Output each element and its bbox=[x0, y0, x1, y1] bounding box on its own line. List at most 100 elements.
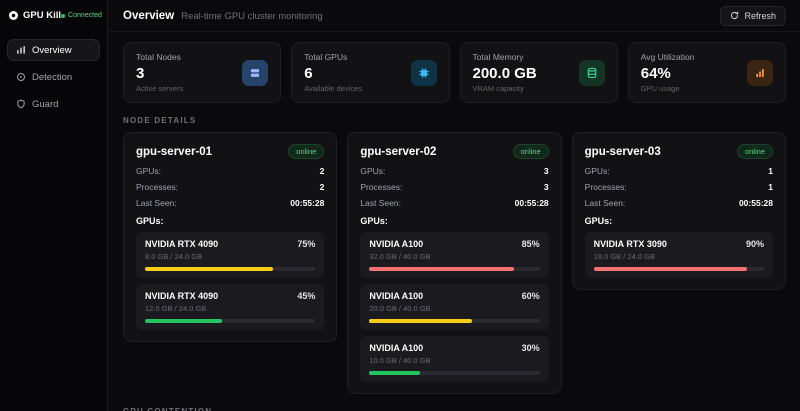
node-name: gpu-server-03 bbox=[585, 146, 661, 158]
radar-icon bbox=[16, 72, 26, 82]
info-label: Processes: bbox=[360, 182, 402, 192]
info-value: 2 bbox=[320, 166, 325, 176]
utilization-bar-fill bbox=[369, 371, 420, 375]
node-info-row: GPUs: 1 bbox=[585, 166, 773, 176]
utilization-bar-fill bbox=[594, 267, 747, 271]
gpu-name: NVIDIA A100 bbox=[369, 291, 423, 301]
gpu-utilization: 30% bbox=[522, 343, 540, 353]
gpu-row: NVIDIA RTX 3090 90% 18.0 GB / 24.0 GB bbox=[585, 232, 773, 278]
info-value: 00:55:28 bbox=[739, 198, 773, 208]
info-value: 1 bbox=[768, 182, 773, 192]
utilization-bar bbox=[369, 371, 539, 375]
node-card-gpu-server-01: gpu-server-01 online GPUs: 2 Processes: … bbox=[123, 132, 337, 342]
stat-text: Total GPUs 6 Available devices bbox=[304, 52, 362, 93]
stat-card-total-nodes: Total Nodes 3 Active servers bbox=[123, 42, 281, 103]
gpu-name: NVIDIA RTX 4090 bbox=[145, 239, 218, 249]
gpu-memory: 18.0 GB / 24.0 GB bbox=[594, 252, 764, 261]
sidebar-item-label: Detection bbox=[32, 72, 72, 83]
stat-subtitle: Active servers bbox=[136, 84, 183, 93]
info-value: 00:55:28 bbox=[290, 198, 324, 208]
utilization-bar bbox=[145, 267, 315, 271]
gpu-row-top: NVIDIA RTX 3090 90% bbox=[594, 239, 764, 249]
node-card-gpu-server-03: gpu-server-03 online GPUs: 1 Processes: … bbox=[572, 132, 786, 290]
status-badge: online bbox=[288, 144, 324, 159]
gpu-utilization: 60% bbox=[522, 291, 540, 301]
utilization-bar bbox=[369, 267, 539, 271]
stat-card-total-memory: Total Memory 200.0 GB VRAM capacity bbox=[460, 42, 618, 103]
stat-subtitle: GPU usage bbox=[641, 84, 695, 93]
stat-card-avg-utilization: Avg Utilization 64% GPU usage bbox=[628, 42, 786, 103]
info-label: Processes: bbox=[585, 182, 627, 192]
node-info-row: Processes: 2 bbox=[136, 182, 324, 192]
main-area: Overview Real-time GPU cluster monitorin… bbox=[109, 0, 800, 411]
stat-subtitle: Available devices bbox=[304, 84, 362, 93]
utilization-bar bbox=[594, 267, 764, 271]
gpu-row: NVIDIA A100 30% 10.0 GB / 40.0 GB bbox=[360, 336, 548, 382]
gpus-subheader: GPUs: bbox=[360, 216, 548, 226]
page-subtitle: Real-time GPU cluster monitoring bbox=[181, 11, 323, 22]
app-window: GPU Kill Connected Overview Detection bbox=[0, 0, 800, 411]
logo-row: GPU Kill Connected bbox=[7, 8, 100, 23]
utilization-bar bbox=[369, 319, 539, 323]
info-value: 3 bbox=[544, 166, 549, 176]
stat-text: Total Nodes 3 Active servers bbox=[136, 52, 183, 93]
gpu-utilization: 90% bbox=[746, 239, 764, 249]
stat-title: Total GPUs bbox=[304, 52, 362, 62]
utilization-bar-fill bbox=[145, 267, 273, 271]
utilization-bar-fill bbox=[369, 267, 514, 271]
utilization-bar-fill bbox=[369, 319, 471, 323]
info-label: GPUs: bbox=[360, 166, 385, 176]
node-info-row: Last Seen: 00:55:28 bbox=[585, 198, 773, 208]
gpu-row-top: NVIDIA RTX 4090 45% bbox=[145, 291, 315, 301]
sidebar-nav: Overview Detection Guard bbox=[7, 39, 100, 115]
chip-icon bbox=[411, 60, 437, 86]
gpu-name: NVIDIA A100 bbox=[369, 239, 423, 249]
gpus-subheader: GPUs: bbox=[585, 216, 773, 226]
info-value: 00:55:28 bbox=[515, 198, 549, 208]
refresh-icon bbox=[730, 11, 739, 20]
stat-title: Total Nodes bbox=[136, 52, 183, 62]
stat-value: 64% bbox=[641, 65, 695, 82]
top-bar: Overview Real-time GPU cluster monitorin… bbox=[109, 0, 800, 32]
info-label: Processes: bbox=[136, 182, 178, 192]
gpu-row-top: NVIDIA RTX 4090 75% bbox=[145, 239, 315, 249]
page-title: Overview bbox=[123, 10, 174, 22]
gpu-row-top: NVIDIA A100 60% bbox=[369, 291, 539, 301]
node-cards: gpu-server-01 online GPUs: 2 Processes: … bbox=[123, 132, 786, 394]
gpu-memory: 10.0 GB / 40.0 GB bbox=[369, 356, 539, 365]
stat-value: 6 bbox=[304, 65, 362, 82]
sidebar-item-detection[interactable]: Detection bbox=[7, 66, 100, 88]
sidebar-item-guard[interactable]: Guard bbox=[7, 93, 100, 115]
node-name: gpu-server-02 bbox=[360, 146, 436, 158]
gpu-kill-logo-icon bbox=[8, 10, 19, 21]
content: Total Nodes 3 Active servers Total GPUs … bbox=[109, 32, 800, 411]
shield-icon bbox=[16, 99, 26, 109]
sidebar-item-label: Overview bbox=[32, 45, 72, 56]
sidebar-item-label: Guard bbox=[32, 99, 58, 110]
utilization-bar-fill bbox=[145, 319, 222, 323]
app-logo: GPU Kill bbox=[8, 10, 61, 21]
node-info-row: GPUs: 2 bbox=[136, 166, 324, 176]
gpu-memory: 20.0 GB / 40.0 GB bbox=[369, 304, 539, 313]
info-label: Last Seen: bbox=[136, 198, 177, 208]
info-value: 3 bbox=[544, 182, 549, 192]
database-icon bbox=[579, 60, 605, 86]
node-header: gpu-server-02 online bbox=[360, 144, 548, 159]
gpu-memory: 12.0 GB / 24.0 GB bbox=[145, 304, 315, 313]
gpus-subheader: GPUs: bbox=[136, 216, 324, 226]
stat-title: Avg Utilization bbox=[641, 52, 695, 62]
node-info-row: Processes: 3 bbox=[360, 182, 548, 192]
bar-chart-icon bbox=[16, 45, 26, 55]
app-name: GPU Kill bbox=[23, 10, 61, 21]
status-badge: online bbox=[513, 144, 549, 159]
info-value: 1 bbox=[768, 166, 773, 176]
refresh-button[interactable]: Refresh bbox=[720, 6, 786, 26]
stats-row: Total Nodes 3 Active servers Total GPUs … bbox=[123, 42, 786, 103]
node-name: gpu-server-01 bbox=[136, 146, 212, 158]
gpu-utilization: 75% bbox=[297, 239, 315, 249]
node-card-gpu-server-02: gpu-server-02 online GPUs: 3 Processes: … bbox=[347, 132, 561, 394]
bar-chart-icon bbox=[747, 60, 773, 86]
stat-text: Total Memory 200.0 GB VRAM capacity bbox=[473, 52, 537, 93]
sidebar-item-overview[interactable]: Overview bbox=[7, 39, 100, 61]
info-label: GPUs: bbox=[585, 166, 610, 176]
